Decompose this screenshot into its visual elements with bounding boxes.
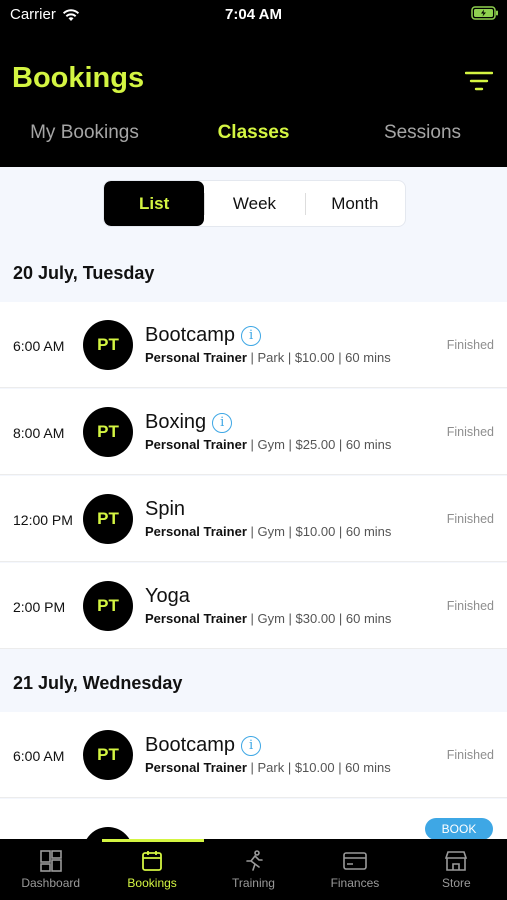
class-time: 8:00 AM xyxy=(13,425,65,441)
store-icon xyxy=(445,851,468,871)
trainer-label: Personal Trainer xyxy=(145,350,247,365)
info-icon[interactable]: i xyxy=(241,735,262,756)
class-name: Bootcamp xyxy=(145,734,236,756)
wifi-icon xyxy=(62,8,79,21)
avatar: PT xyxy=(83,494,133,544)
view-list-button[interactable]: List xyxy=(104,181,205,226)
info-icon[interactable]: i xyxy=(241,325,262,346)
class-row[interactable]: 2:00 PM PT Yoga Personal Trainer | Gym |… xyxy=(0,563,507,649)
avatar xyxy=(83,827,133,839)
class-time: 12:00 PM xyxy=(13,512,73,528)
trainer-label: Personal Trainer xyxy=(145,611,247,626)
status-badge: Finished xyxy=(446,748,494,762)
class-time: 6:00 AM xyxy=(13,338,65,354)
battery-icon xyxy=(471,6,498,20)
class-name: Boxing xyxy=(145,411,207,433)
card-icon xyxy=(343,852,367,870)
day-header: 21 July, Wednesday xyxy=(13,673,183,693)
running-icon xyxy=(245,850,263,871)
trainer-label: Personal Trainer xyxy=(145,437,247,452)
class-details: Personal Trainer | Gym | $25.00 | 60 min… xyxy=(145,437,392,452)
header-bar: Carrier 7:04 AM Bookings My Bookings Cla… xyxy=(0,0,507,167)
class-row[interactable]: 6:00 AM PT Bootcamp i Personal Trainer | … xyxy=(0,302,507,388)
view-week-button[interactable]: Week xyxy=(204,181,304,226)
class-name: Yoga xyxy=(145,585,190,607)
class-time: 2:00 PM xyxy=(13,599,66,615)
class-row[interactable]: 8:00 AM PT Boxing i Personal Trainer | Gy… xyxy=(0,389,507,475)
book-button[interactable]: BOOK xyxy=(425,818,493,840)
status-badge: Finished xyxy=(446,425,494,439)
page-title: Bookings xyxy=(12,62,145,94)
nav-training[interactable]: Training xyxy=(203,839,304,900)
status-badge: Finished xyxy=(446,512,494,526)
booking-tabs: My Bookings Classes Sessions xyxy=(0,122,507,144)
nav-bookings[interactable]: Bookings xyxy=(101,839,202,900)
nav-dashboard[interactable]: Dashboard xyxy=(0,839,101,900)
bottom-nav: Dashboard Bookings Training Finances Sto… xyxy=(0,839,507,900)
avatar: PT xyxy=(83,581,133,631)
avatar: PT xyxy=(83,320,133,370)
avatar: PT xyxy=(83,730,133,780)
status-badge: Finished xyxy=(446,338,494,352)
class-details: Personal Trainer | Gym | $10.00 | 60 min… xyxy=(145,524,392,539)
view-switcher: List Week Month xyxy=(103,180,406,227)
tab-my-bookings[interactable]: My Bookings xyxy=(0,122,169,144)
calendar-icon xyxy=(142,851,163,871)
class-time: 6:00 AM xyxy=(13,748,65,764)
day-header: 20 July, Tuesday xyxy=(13,263,155,283)
class-details: Personal Trainer | Park | $10.00 | 60 mi… xyxy=(145,760,391,775)
class-name: Spin xyxy=(145,498,186,520)
nav-label: Training xyxy=(232,876,275,890)
class-name: Bootcamp xyxy=(145,324,236,346)
status-bar: Carrier 7:04 AM xyxy=(0,0,507,30)
nav-finances[interactable]: Finances xyxy=(304,839,405,900)
view-month-button[interactable]: Month xyxy=(304,181,405,226)
filter-icon[interactable] xyxy=(465,70,493,92)
class-details: Personal Trainer | Park | $10.00 | 60 mi… xyxy=(145,350,391,365)
trainer-label: Personal Trainer xyxy=(145,760,247,775)
nav-label: Bookings xyxy=(127,876,177,890)
trainer-label: Personal Trainer xyxy=(145,524,247,539)
dashboard-icon xyxy=(39,850,62,872)
class-details: Personal Trainer | Gym | $30.00 | 60 min… xyxy=(145,611,392,626)
nav-label: Store xyxy=(441,876,471,890)
nav-store[interactable]: Store xyxy=(406,839,507,900)
class-row[interactable]: 6:00 AM PT Bootcamp i Personal Trainer | … xyxy=(0,712,507,798)
avatar: PT xyxy=(83,407,133,457)
tab-classes[interactable]: Classes xyxy=(169,122,338,144)
nav-label: Dashboard xyxy=(21,876,81,890)
status-badge: Finished xyxy=(446,599,494,613)
active-tab-indicator xyxy=(102,839,204,842)
carrier-label: Carrier xyxy=(10,6,56,23)
tab-sessions[interactable]: Sessions xyxy=(338,122,507,144)
class-row[interactable]: 12:00 PM PT Spin Personal Trainer | Gym … xyxy=(0,476,507,562)
nav-label: Finances xyxy=(330,876,380,890)
info-icon[interactable]: i xyxy=(212,412,233,433)
